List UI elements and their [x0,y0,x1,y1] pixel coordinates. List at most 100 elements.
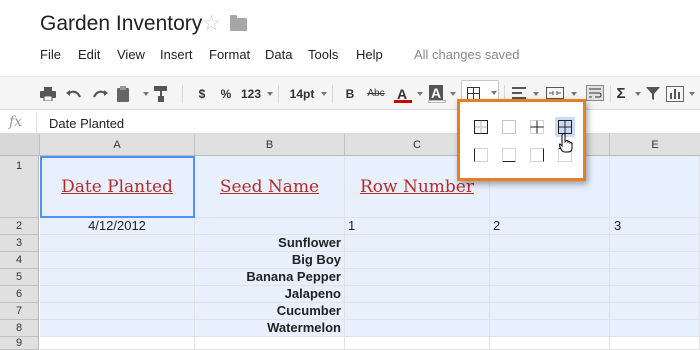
number-format-button[interactable]: 123 [240,83,262,105]
cell-b2[interactable] [195,218,345,235]
cell-d7[interactable] [490,303,610,320]
more-chevron-icon[interactable] [689,92,695,96]
currency-format-button[interactable]: $ [195,83,209,105]
menu-tools[interactable]: Tools [308,47,338,62]
cell-a5[interactable] [40,269,195,286]
inner-borders-icon[interactable] [529,119,545,135]
column-header-b[interactable]: B [195,134,345,156]
menu-file[interactable]: File [40,47,61,62]
column-header-e[interactable]: E [610,134,700,156]
font-size-chevron-icon[interactable] [321,92,327,96]
row-header-2[interactable]: 2 [0,218,39,235]
column-header-a[interactable]: A [40,134,195,156]
functions-chevron-icon[interactable] [635,92,641,96]
all-borders-icon[interactable] [473,119,489,135]
cell-a2[interactable]: 4/12/2012 [40,218,195,235]
right-border-icon[interactable] [529,147,545,163]
cell-b5[interactable]: Banana Pepper [195,269,345,286]
row-header-8[interactable]: 8 [0,320,39,337]
wrap-text-icon[interactable] [586,85,604,101]
left-border-icon[interactable] [473,147,489,163]
star-icon[interactable]: ☆ [202,13,221,34]
clipboard-dropdown-chevron-icon[interactable] [143,92,149,96]
cell-e7[interactable] [610,303,700,320]
row-header-6[interactable]: 6 [0,286,39,303]
chart-icon[interactable] [666,86,684,102]
row-header-3[interactable]: 3 [0,235,39,252]
cell-e1[interactable] [610,156,700,218]
paint-format-icon[interactable] [154,86,168,102]
row-header-4[interactable]: 4 [0,252,39,269]
row-header-1[interactable]: 1 [0,156,39,218]
cell-b6[interactable]: Jalapeno [195,286,345,303]
cell-b7[interactable]: Cucumber [195,303,345,320]
cell-d6[interactable] [490,286,610,303]
cell-a6[interactable] [40,286,195,303]
cell-b4[interactable]: Big Boy [195,252,345,269]
bottom-border-icon[interactable] [501,147,517,163]
cell-e2[interactable]: 3 [610,218,700,235]
menu-insert[interactable]: Insert [160,47,193,62]
cell-d5[interactable] [490,269,610,286]
cell-c2[interactable]: 1 [345,218,490,235]
merge-cells-icon[interactable] [546,87,564,99]
menu-help[interactable]: Help [356,47,383,62]
merge-chevron-icon[interactable] [571,92,577,96]
cell-c8[interactable] [345,320,490,337]
redo-icon[interactable] [92,87,108,101]
cell-d8[interactable] [490,320,610,337]
cell-c9[interactable] [345,337,490,350]
fill-color-chevron-icon[interactable] [450,92,456,96]
strikethrough-button[interactable]: Abc [366,83,386,105]
cell-e3[interactable] [610,235,700,252]
align-chevron-icon[interactable] [533,92,539,96]
cell-a9[interactable] [40,337,195,350]
menu-view[interactable]: View [117,47,145,62]
functions-button[interactable]: Σ [614,83,628,105]
clear-borders-icon[interactable] [501,119,517,135]
font-size-select[interactable]: 14pt [288,83,316,105]
number-format-chevron-icon[interactable] [267,92,273,96]
cell-b1[interactable]: Seed Name [195,156,345,218]
cell-b8[interactable]: Watermelon [195,320,345,337]
select-all-corner[interactable] [0,134,40,156]
menu-edit[interactable]: Edit [78,47,100,62]
cell-e9[interactable] [610,337,700,350]
cell-a7[interactable] [40,303,195,320]
folder-icon[interactable] [230,15,247,31]
cell-a4[interactable] [40,252,195,269]
row-header-7[interactable]: 7 [0,303,39,320]
cell-c7[interactable] [345,303,490,320]
row-header-9[interactable]: 9 [0,337,39,350]
borders-chevron-icon[interactable] [491,91,497,95]
cell-e5[interactable] [610,269,700,286]
cell-e4[interactable] [610,252,700,269]
menu-data[interactable]: Data [265,47,292,62]
cell-d2[interactable]: 2 [490,218,610,235]
cell-e8[interactable] [610,320,700,337]
cell-c4[interactable] [345,252,490,269]
clipboard-icon[interactable] [116,85,130,102]
bold-button[interactable]: B [344,83,356,105]
cell-a3[interactable] [40,235,195,252]
text-color-chevron-icon[interactable] [417,92,423,96]
filter-icon[interactable] [646,87,660,101]
print-icon[interactable] [40,87,56,101]
formula-input[interactable]: Date Planted [49,116,124,131]
cell-d4[interactable] [490,252,610,269]
cell-e6[interactable] [610,286,700,303]
cell-c5[interactable] [345,269,490,286]
cell-b3[interactable]: Sunflower [195,235,345,252]
cell-c6[interactable] [345,286,490,303]
cell-a1[interactable]: Date Planted [40,156,195,218]
cell-a8[interactable] [40,320,195,337]
cell-d3[interactable] [490,235,610,252]
undo-icon[interactable] [66,87,82,101]
cell-d9[interactable] [490,337,610,350]
fill-color-button[interactable]: A [429,85,443,101]
percent-format-button[interactable]: % [219,83,233,105]
cell-b9[interactable] [195,337,345,350]
menu-format[interactable]: Format [209,47,250,62]
cell-c3[interactable] [345,235,490,252]
document-title[interactable]: Garden Inventory [40,12,202,36]
